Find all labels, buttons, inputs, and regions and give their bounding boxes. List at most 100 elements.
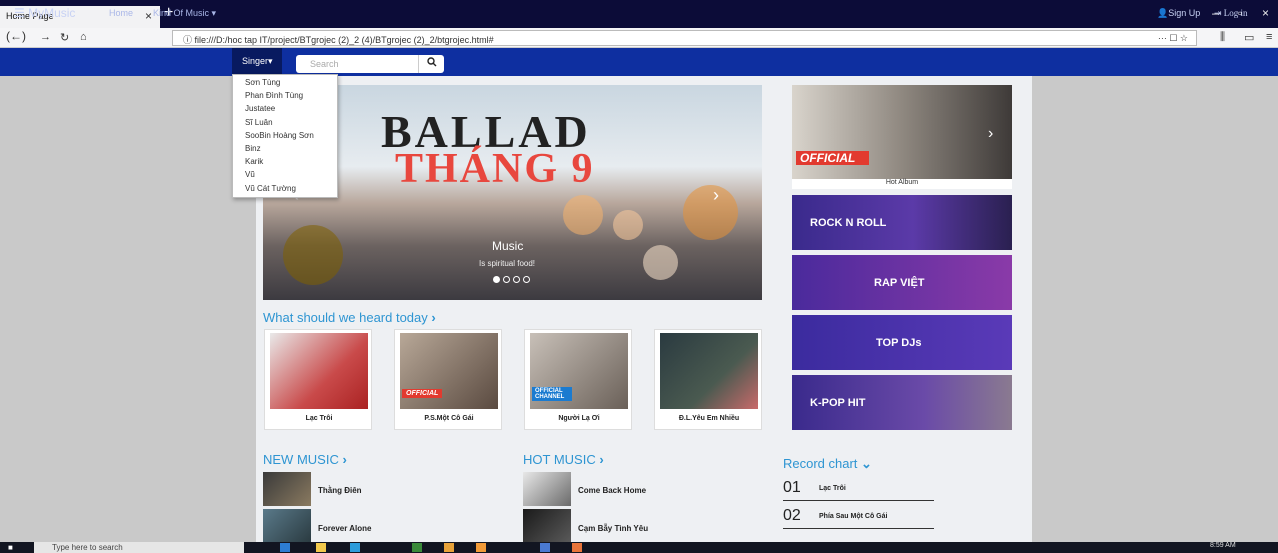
chart-rank: 01 [783,479,801,496]
url-bar-row: ⮐ (←) → ↻ ⌂ ⓘ file:///D:/hoc tap IT/proj… [0,28,1278,48]
close-tab-icon[interactable]: × [145,9,152,23]
section-title: HOT MUSIC [523,452,596,467]
chart-song-title[interactable]: Lạc Trôi [819,485,846,492]
song-card[interactable]: OFFICIAL P.S.Một Cô Gái [394,329,502,430]
carousel-dot[interactable] [513,276,520,283]
hero-subtitle: THÁNG 9 [395,146,595,192]
signup-label: Sign Up [1168,8,1201,18]
song-card[interactable]: Lạc Trôi [264,329,372,430]
song-cover-image: OFFICIAL [400,333,498,409]
genre-label: RAP VIỆT [874,277,925,289]
login-label: Log in [1223,8,1248,18]
song-title[interactable]: Come Back Home [578,486,646,495]
genre-label: TOP DJs [876,337,922,349]
song-card-title: P.S.Một Cô Gái [424,415,474,422]
file-explorer-icon[interactable] [280,543,290,552]
official-channel-badge: OFFICIAL CHANNEL [532,387,572,401]
song-title[interactable]: Thằng Điên [318,486,362,495]
song-card[interactable]: OFFICIAL CHANNEL Người Lạ Ơi [524,329,632,430]
brand-logo[interactable]: ☰ MyMusic [14,6,75,20]
song-card-title: Lạc Trôi [305,415,333,422]
forward-icon[interactable]: → [40,31,51,43]
song-title[interactable]: Forever Alone [318,524,372,533]
chart-divider [783,528,934,529]
song-thumbnail[interactable] [523,472,571,506]
url-text: file:///D:/hoc tap IT/project/BTgrojec (… [194,35,494,45]
section-record-chart[interactable]: Record chart ⌄ [783,456,872,472]
section-hot-music[interactable]: HOT MUSIC › [523,452,604,467]
hot-album-image[interactable]: OFFICIAL › [792,85,1012,179]
song-card[interactable]: Đ.L.Yêu Em Nhiều [654,329,762,430]
singer-menu-item[interactable]: Vũ [245,170,337,183]
signup-link[interactable]: 👤Sign Up [1157,8,1200,19]
close-window-icon[interactable]: × [1262,6,1269,20]
chevron-right-icon: › [431,310,436,325]
nav-kind-of-music[interactable]: Kind Of Music ▾ [153,8,216,19]
singer-menu-item[interactable]: Karik [245,157,337,170]
section-heard-today[interactable]: What should we heard today › [263,310,436,325]
chart-song-title[interactable]: Phía Sau Một Cô Gái [819,513,887,520]
app-icon[interactable] [540,543,550,552]
search-button[interactable] [418,55,444,73]
singer-menu-item[interactable]: Phan Đình Tùng [245,91,337,104]
windows-start-icon[interactable]: ■ [8,543,18,552]
search-icon [426,57,436,67]
hot-album-label: Hot Album [792,179,1012,189]
chevron-right-icon[interactable]: › [988,125,993,143]
url-field[interactable]: ⓘ file:///D:/hoc tap IT/project/BTgrojec… [172,30,1197,46]
singer-menu-item[interactable]: Vũ Cát Tường [245,184,337,197]
chevron-down-icon: ⌄ [861,456,872,471]
reload-icon[interactable]: ↻ [60,31,69,44]
section-new-music[interactable]: NEW MUSIC › [263,452,347,467]
folder-icon[interactable] [316,543,326,552]
taskbar-search[interactable]: Type here to search [34,542,244,553]
official-badge: OFFICIAL [796,151,870,165]
singer-menu-item[interactable]: Justatee [245,104,337,117]
song-title[interactable]: Cạm Bẫy Tình Yêu [578,524,648,533]
carousel-dot[interactable] [493,276,500,283]
song-thumbnail[interactable] [263,472,311,506]
user-icon: 👤 [1157,8,1169,18]
nav-home[interactable]: Home [109,8,133,18]
library-icon[interactable]: ⫼ [1220,31,1225,44]
song-thumbnail[interactable] [263,509,311,543]
back-arrow-icon[interactable]: (←) [6,29,26,43]
chrome-icon[interactable] [444,543,454,552]
site-navbar [0,48,1278,76]
song-cover-image [660,333,758,409]
genre-kpop-hit[interactable]: K-POP HIT [792,375,1012,430]
genre-rock-n-roll[interactable]: ROCK N ROLL [792,195,1012,250]
login-link[interactable]: ⇥ Log in [1214,8,1248,19]
singer-menu-item[interactable]: Sĩ Luân [245,118,337,131]
nav-singer[interactable]: Singer▾ [232,48,282,76]
store-icon[interactable] [350,543,360,552]
chevron-right-icon: › [342,452,347,467]
singer-menu-item[interactable]: Sơn Tùng [245,78,337,91]
genre-rap-viet[interactable]: RAP VIỆT [792,255,1012,310]
chevron-right-icon[interactable]: › [713,185,719,206]
song-card-title: Người Lạ Ơi [558,415,600,422]
chevron-right-icon: › [599,452,604,467]
section-title: NEW MUSIC [263,452,339,467]
genre-top-djs[interactable]: TOP DJs [792,315,1012,370]
page-actions-icon[interactable]: ··· ☐ ☆ [1158,33,1188,44]
info-icon: ⓘ [183,35,193,45]
firefox-icon[interactable] [572,543,582,552]
song-cover-image: OFFICIAL CHANNEL [530,333,628,409]
genre-label: ROCK N ROLL [810,217,887,229]
official-badge: OFFICIAL [402,389,443,398]
song-thumbnail[interactable] [523,509,571,543]
sidebar-icon[interactable]: ▭ [1244,31,1254,44]
singer-menu-item[interactable]: SooBin Hoàng Sơn [245,131,337,144]
taskbar-clock[interactable]: 8:59 AM [1210,542,1236,549]
dreamweaver-icon[interactable] [412,543,422,552]
hero-caption: Music [492,239,524,253]
home-icon[interactable]: ⌂ [80,31,87,43]
singer-menu-item[interactable]: Binz [245,144,337,157]
search-input[interactable]: Search [296,55,418,73]
carousel-dot[interactable] [523,276,530,283]
carousel-dot[interactable] [503,276,510,283]
app-icon[interactable] [476,543,486,552]
song-cover-image [270,333,368,409]
menu-icon[interactable]: ≡ [1266,31,1272,43]
